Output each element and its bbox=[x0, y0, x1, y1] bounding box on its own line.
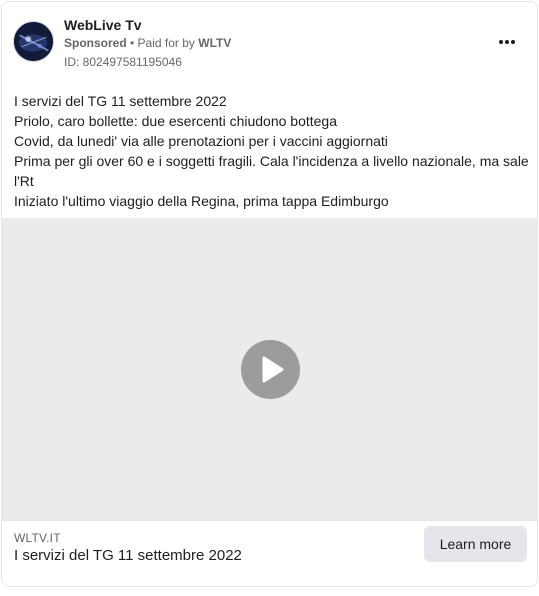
ad-id: ID: 802497581195046 bbox=[64, 55, 182, 69]
play-button[interactable] bbox=[241, 340, 300, 399]
video-player[interactable] bbox=[2, 218, 537, 520]
paid-for-prefix: • Paid for by bbox=[126, 36, 199, 50]
sponsored-label: Sponsored bbox=[64, 36, 127, 50]
link-headline[interactable]: I servizi del TG 11 settembre 2022 bbox=[14, 547, 242, 564]
paid-by-name[interactable]: WLTV bbox=[198, 36, 231, 50]
body-line: Priolo, caro bollette: due esercenti chi… bbox=[14, 113, 337, 129]
body-line: Prima per gli over 60 e i soggetti fragi… bbox=[14, 153, 529, 189]
page-avatar[interactable] bbox=[13, 21, 54, 62]
ad-body-text: I servizi del TG 11 settembre 2022 Priol… bbox=[14, 91, 529, 211]
more-horizontal-icon bbox=[499, 40, 503, 44]
link-domain[interactable]: WLTV.IT bbox=[14, 531, 61, 545]
sponsored-line: Sponsored • Paid for by WLTV bbox=[64, 36, 231, 50]
ad-header: WebLive Tv Sponsored • Paid for by WLTV … bbox=[2, 2, 537, 82]
ad-card: WebLive Tv Sponsored • Paid for by WLTV … bbox=[1, 1, 538, 587]
body-line: I servizi del TG 11 settembre 2022 bbox=[14, 93, 227, 109]
ad-footer[interactable]: WLTV.IT I servizi del TG 11 settembre 20… bbox=[2, 520, 537, 586]
play-icon bbox=[262, 356, 284, 383]
more-horizontal-icon bbox=[505, 40, 509, 44]
weblive-tv-logo-icon bbox=[14, 22, 53, 61]
more-options-button[interactable] bbox=[492, 30, 522, 54]
page-name[interactable]: WebLive Tv bbox=[64, 17, 142, 33]
more-horizontal-icon bbox=[511, 40, 515, 44]
body-line: Iniziato l'ultimo viaggio della Regina, … bbox=[14, 193, 389, 209]
learn-more-button[interactable]: Learn more bbox=[424, 526, 527, 562]
body-line: Covid, da lunedi' via alle prenotazioni … bbox=[14, 133, 388, 149]
